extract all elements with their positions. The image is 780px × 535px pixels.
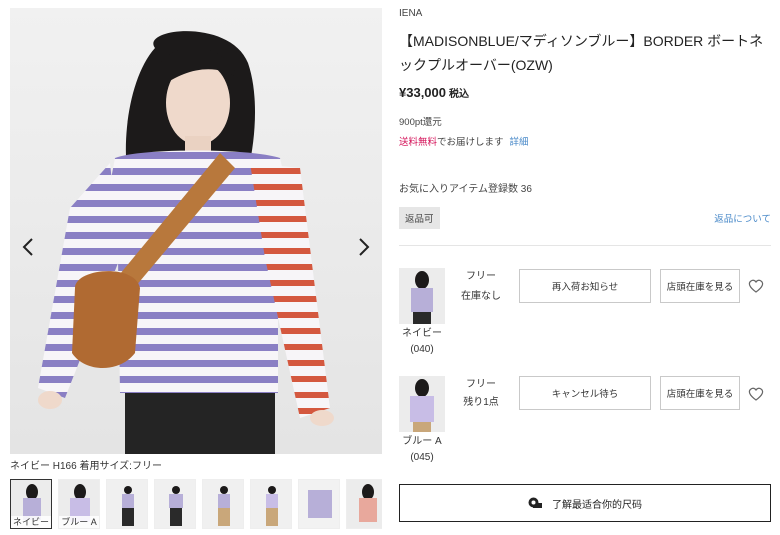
prev-image-arrow[interactable] bbox=[18, 234, 38, 260]
variant-code: (045) bbox=[410, 452, 434, 463]
next-image-arrow[interactable] bbox=[354, 234, 374, 260]
variant-thumbnail bbox=[399, 376, 445, 432]
variant-image[interactable] bbox=[399, 376, 445, 432]
main-product-image[interactable] bbox=[10, 8, 382, 454]
shipping-info: 送料無料でお届けします 詳細 bbox=[399, 134, 771, 148]
variant-thumbnail bbox=[399, 268, 445, 324]
heart-icon[interactable] bbox=[748, 386, 764, 402]
shipping-details-link[interactable]: 詳細 bbox=[510, 137, 529, 148]
thumbnail-image bbox=[347, 480, 382, 528]
thumbnail[interactable] bbox=[154, 479, 196, 529]
measuring-tape-icon bbox=[528, 497, 542, 508]
divider bbox=[399, 245, 771, 246]
thumbnail-image bbox=[107, 480, 147, 528]
variant-image[interactable] bbox=[399, 268, 445, 324]
image-caption: ネイビー H166 着用サイズ:フリー bbox=[10, 461, 162, 472]
thumbnail-image bbox=[203, 480, 243, 528]
chevron-right-icon bbox=[359, 238, 370, 256]
thumbnail-strip: ネイビー ブルー A bbox=[10, 479, 382, 529]
tax-label: 税込 bbox=[449, 89, 469, 100]
variant-color: ブルー A bbox=[402, 436, 442, 447]
product-price: ¥33,000 税込 bbox=[399, 85, 771, 100]
thumbnail[interactable] bbox=[298, 479, 340, 529]
thumbnail[interactable] bbox=[346, 479, 382, 529]
thumbnail[interactable] bbox=[250, 479, 292, 529]
heart-icon[interactable] bbox=[748, 278, 764, 294]
restock-notify-button[interactable]: 再入荷お知らせ bbox=[519, 269, 651, 303]
thumbnail[interactable] bbox=[106, 479, 148, 529]
thumbnail-image bbox=[251, 480, 291, 528]
product-details: IENA 【MADISONBLUE/マディソンブルー】BORDER ボートネック… bbox=[399, 8, 771, 246]
free-shipping-label: 送料無料 bbox=[399, 137, 438, 148]
variant-size: フリー bbox=[466, 379, 496, 390]
size-guide-label: 了解最适合你的尺码 bbox=[552, 499, 642, 511]
thumbnail[interactable]: ブルー A bbox=[58, 479, 100, 529]
returns-policy-link[interactable]: 返品について bbox=[714, 211, 771, 225]
variant-stock: 残り1点 bbox=[463, 397, 499, 408]
thumbnail[interactable]: ネイビー bbox=[10, 479, 52, 529]
store-stock-button[interactable]: 店頭在庫を見る bbox=[660, 269, 740, 303]
returns-badge: 返品可 bbox=[399, 207, 440, 229]
chevron-left-icon bbox=[22, 238, 33, 256]
price-value: ¥33,000 bbox=[399, 85, 446, 100]
thumbnail-image bbox=[155, 480, 195, 528]
store-stock-button[interactable]: 店頭在庫を見る bbox=[660, 376, 740, 410]
variant-color: ネイビー bbox=[402, 328, 442, 339]
brand-name[interactable]: IENA bbox=[399, 8, 771, 19]
model-photo bbox=[38, 31, 334, 454]
variant-stock: 在庫なし bbox=[461, 291, 501, 302]
variant-size: フリー bbox=[466, 271, 496, 282]
variant-code: (040) bbox=[410, 344, 434, 355]
thumbnail-image bbox=[299, 480, 339, 528]
points-reward: 900pt還元 bbox=[399, 117, 442, 128]
thumbnail-label: ブルー A bbox=[59, 516, 99, 528]
waitlist-button[interactable]: キャンセル待ち bbox=[519, 376, 651, 410]
returns-row: 返品可 返品について bbox=[399, 207, 771, 229]
thumbnail-label: ネイビー bbox=[11, 516, 51, 528]
product-title: 【MADISONBLUE/マディソンブルー】BORDER ボートネックプルオーバ… bbox=[399, 33, 764, 73]
shipping-text: でお届けします bbox=[437, 137, 504, 148]
thumbnail[interactable] bbox=[202, 479, 244, 529]
size-guide-button[interactable]: 了解最适合你的尺码 bbox=[399, 484, 771, 522]
favorite-count: お気に入りアイテム登録数 36 bbox=[399, 184, 532, 195]
